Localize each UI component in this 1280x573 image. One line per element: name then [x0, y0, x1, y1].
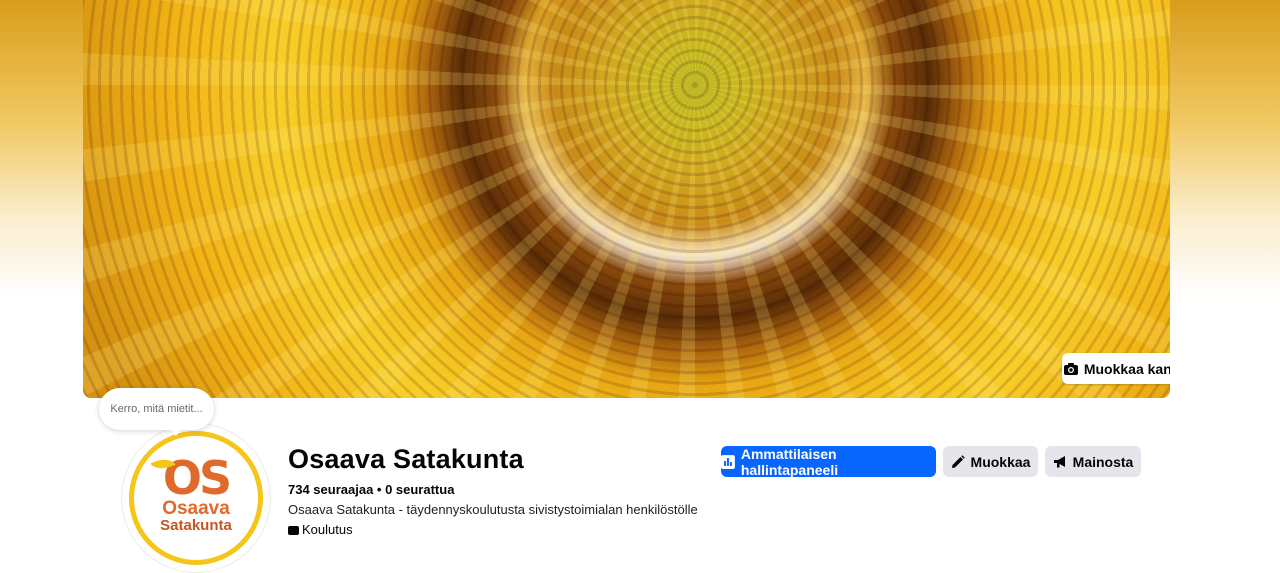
cover-texture — [83, 0, 1170, 398]
category-label: Koulutus — [302, 522, 353, 537]
composer-bubble[interactable]: Kerro, mitä mietit... — [99, 388, 214, 430]
professional-dashboard-button[interactable]: Ammattilaisen hallintapaneeli — [721, 445, 936, 478]
pencil-icon — [951, 454, 965, 468]
followers-count[interactable]: 734 seuraajaa • 0 seurattua — [288, 482, 454, 497]
logo-word-2: Satakunta — [160, 517, 232, 534]
promote-label: Mainosta — [1072, 453, 1134, 470]
osaava-satakunta-logo: OS Osaava Satakunta — [129, 431, 263, 565]
page-category: Koulutus — [288, 522, 353, 537]
dashboard-chart-icon — [721, 454, 735, 469]
megaphone-icon — [1053, 455, 1065, 467]
professional-dashboard-label: Ammattilaisen hallintapaneeli — [740, 445, 839, 478]
promote-button[interactable]: Mainosta — [1045, 446, 1141, 477]
profile-picture[interactable]: OS Osaava Satakunta — [122, 424, 270, 572]
composer-bubble-text: Kerro, mitä mietit... — [110, 403, 203, 415]
edit-page-button[interactable]: Muokkaa — [943, 446, 1038, 477]
page-description: Osaava Satakunta - täydennyskoulutusta s… — [288, 502, 698, 517]
cover-photo[interactable]: Muokkaa kansikuvaa — [83, 0, 1170, 398]
logo-word-1: Osaava — [162, 498, 230, 519]
edit-cover-photo-label: Muokkaa kansikuvaa — [1083, 360, 1170, 377]
bubble-tail — [170, 428, 182, 436]
edit-page-label: Muokkaa — [970, 453, 1031, 470]
briefcase-icon — [288, 525, 299, 535]
edit-cover-photo-button[interactable]: Muokkaa kansikuvaa — [1062, 353, 1170, 384]
camera-icon — [1063, 362, 1078, 375]
page-title: Osaava Satakunta — [288, 444, 524, 474]
